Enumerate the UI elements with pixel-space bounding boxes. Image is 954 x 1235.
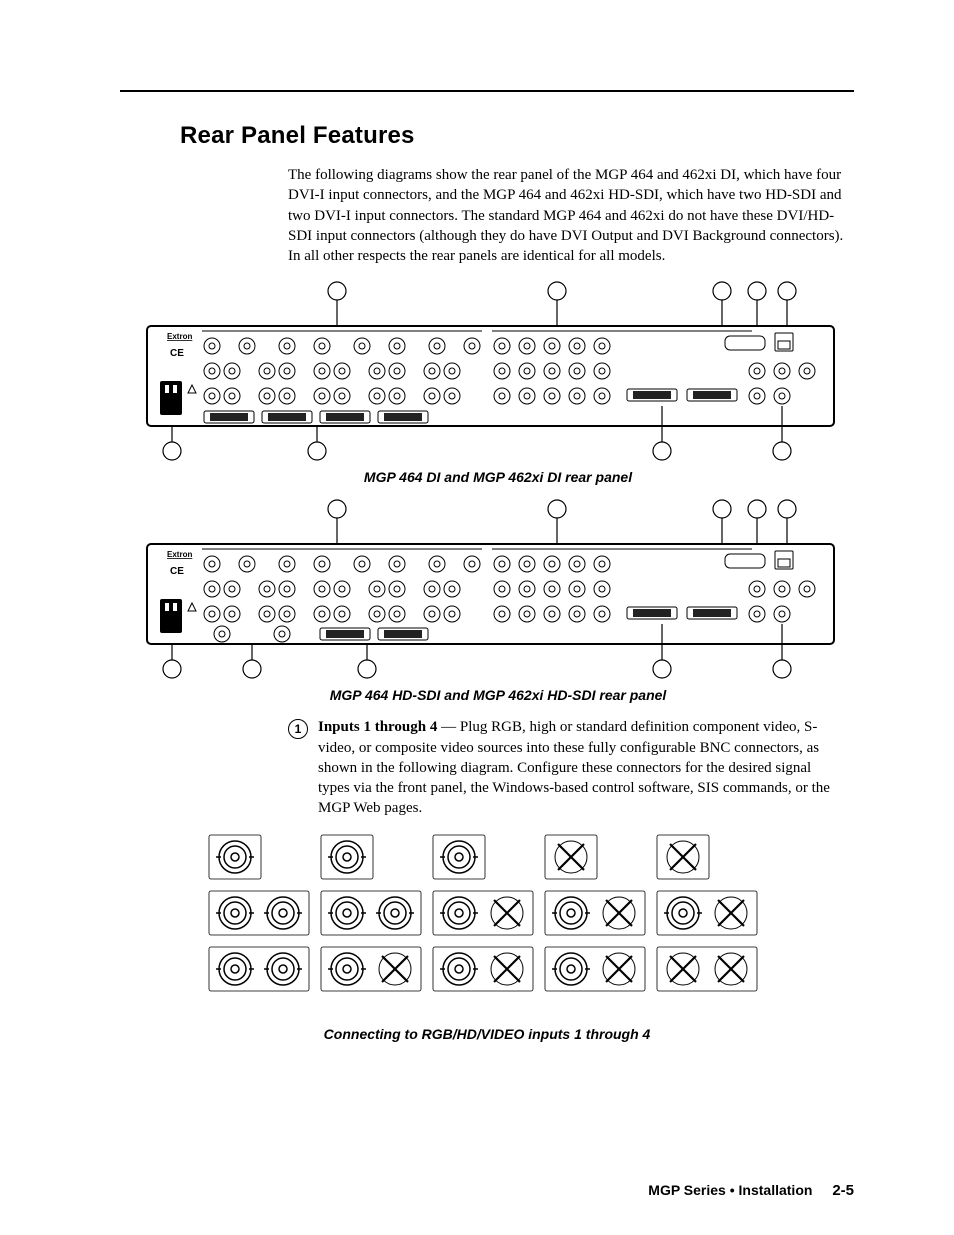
footer-page-number: 2-5 [832,1182,854,1199]
callout-title: Inputs 1 through 4 [318,719,437,735]
footer-book: MGP Series • Installation [648,1182,812,1198]
callout-text: Inputs 1 through 4 — Plug RGB, high or s… [318,717,844,818]
callout-number-icon: 1 [288,719,308,739]
figure-panel-di: Extron CE [142,281,854,485]
ce-mark: CE [170,566,184,577]
brand-label: Extron [167,550,192,559]
section-heading: Rear Panel Features [180,122,854,150]
panel1-caption: MGP 464 DI and MGP 462xi DI rear panel [142,469,854,485]
top-rule [120,90,854,92]
brand-label: Extron [167,332,192,341]
figure-panel-hdsdi: Extron CE [142,499,854,703]
conn-caption: Connecting to RGB/HD/VIDEO inputs 1 thro… [207,1026,767,1042]
page-footer: MGP Series • Installation 2-5 [648,1182,854,1199]
connector-grid-svg [207,833,767,1013]
rear-panel-hdsdi-svg: Extron CE [142,499,839,679]
callout-1: 1 Inputs 1 through 4 — Plug RGB, high or… [288,717,844,818]
panel2-caption: MGP 464 HD-SDI and MGP 462xi HD-SDI rear… [142,687,854,703]
figure-connector-grid: Connecting to RGB/HD/VIDEO inputs 1 thro… [207,833,767,1042]
ce-mark: CE [170,348,184,359]
intro-paragraph: The following diagrams show the rear pan… [288,165,844,266]
rear-panel-di-svg: Extron CE [142,281,839,461]
